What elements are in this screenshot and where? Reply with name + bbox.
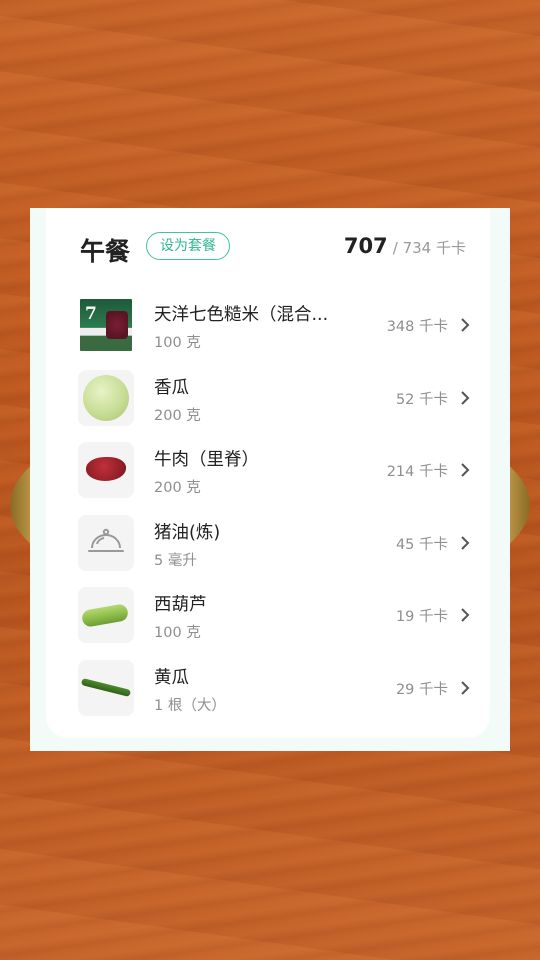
chevron-right-icon bbox=[461, 390, 470, 405]
cloche-icon-graphic bbox=[88, 528, 124, 552]
food-quantity: 100 克 bbox=[154, 625, 201, 641]
food-item-cucumber[interactable]: 黄瓜 1 根（大） 29 千卡 bbox=[76, 658, 470, 731]
calories-target: / 734 千卡 bbox=[392, 239, 466, 257]
food-name: 牛肉（里脊） bbox=[154, 450, 259, 470]
meal-title: 午餐 bbox=[80, 237, 131, 266]
cucumber-photo bbox=[78, 659, 134, 716]
zucchini-image bbox=[80, 603, 130, 628]
package-rice-bag bbox=[106, 311, 128, 339]
food-quantity: 5 毫升 bbox=[154, 552, 197, 569]
chevron-right-icon bbox=[461, 535, 470, 550]
chevron-right-icon bbox=[461, 463, 470, 477]
melon-image bbox=[83, 374, 129, 421]
set-as-combo-button[interactable]: 设为套餐 bbox=[146, 232, 230, 260]
food-item-rice[interactable]: 7 天洋七色糙米（混合... 100 克 348 千卡 bbox=[76, 295, 470, 368]
meal-card: 午餐 设为套餐 707 / 734 千卡 7 天洋七色糙米（混合... 100 … bbox=[46, 208, 490, 738]
food-quantity: 1 根（大） bbox=[154, 697, 226, 714]
food-name: 西葫芦 bbox=[154, 595, 207, 615]
food-name: 天洋七色糙米（混合... bbox=[154, 305, 329, 325]
chevron-right-icon bbox=[461, 318, 470, 332]
rice-package-image: 7 bbox=[80, 299, 132, 351]
food-calories: 52 千卡 bbox=[395, 391, 448, 408]
food-name: 香瓜 bbox=[154, 377, 189, 398]
food-quantity: 100 克 bbox=[154, 335, 201, 351]
cucumber-image bbox=[80, 677, 132, 697]
food-item-beef[interactable]: 牛肉（里脊） 200 克 214 千卡 bbox=[76, 440, 470, 513]
beef-image bbox=[86, 457, 126, 481]
zucchini-photo bbox=[78, 587, 134, 643]
cloche-icon bbox=[78, 514, 134, 571]
melon-photo bbox=[78, 369, 134, 426]
food-calories: 45 千卡 bbox=[395, 536, 448, 553]
beef-photo bbox=[78, 442, 134, 498]
calorie-summary: 707 / 734 千卡 bbox=[344, 234, 466, 258]
chevron-right-icon bbox=[461, 608, 470, 622]
food-calories: 19 千卡 bbox=[395, 609, 448, 625]
food-name: 猪油(炼) bbox=[154, 522, 221, 543]
food-calories: 348 千卡 bbox=[386, 319, 448, 335]
meal-header: 午餐 设为套餐 707 / 734 千卡 bbox=[80, 230, 466, 270]
food-quantity: 200 克 bbox=[154, 407, 201, 424]
food-item-zucchini[interactable]: 西葫芦 100 克 19 千卡 bbox=[76, 585, 470, 658]
food-item-melon[interactable]: 香瓜 200 克 52 千卡 bbox=[76, 368, 470, 441]
food-name: 黄瓜 bbox=[154, 667, 189, 688]
food-item-lard[interactable]: 猪油(炼) 5 毫升 45 千卡 bbox=[76, 513, 470, 586]
food-calories: 214 千卡 bbox=[386, 464, 448, 480]
rice-package-photo: 7 bbox=[78, 297, 134, 353]
food-quantity: 200 克 bbox=[154, 480, 201, 496]
chevron-right-icon bbox=[461, 680, 470, 695]
food-list: 7 天洋七色糙米（混合... 100 克 348 千卡 香瓜 200 克 52 … bbox=[76, 295, 470, 730]
food-calories: 29 千卡 bbox=[395, 681, 448, 698]
calories-current: 707 bbox=[343, 234, 388, 258]
package-logo: 7 bbox=[85, 304, 97, 324]
